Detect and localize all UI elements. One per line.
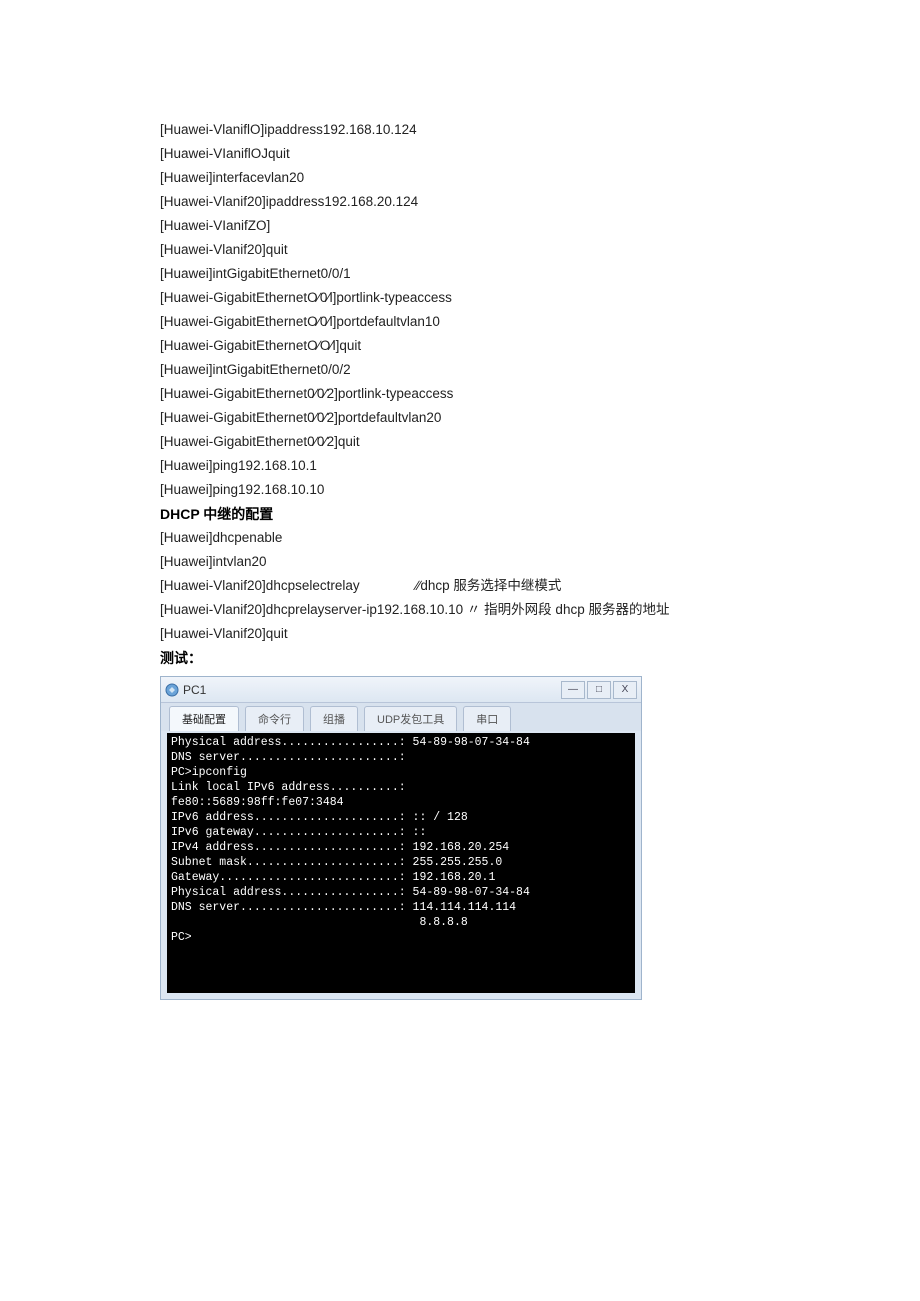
config-line: [Huawei-Vlanif20]ipaddress192.168.20.124 (160, 190, 800, 214)
config-line: [Huawei-GigabitEthernet0∕0∕2]portlink-ty… (160, 382, 800, 406)
terminal-output[interactable]: Physical address.................: 54-89… (167, 733, 635, 993)
config-line: [Huawei-VIaniflOJquit (160, 142, 800, 166)
terminal-line: PC> (171, 930, 631, 945)
minimize-button[interactable]: — (561, 681, 585, 699)
config-line: [Huawei-GigabitEthernet0∕0∕2]portdefault… (160, 406, 800, 430)
config-line: [Huawei-GigabitEthernetO∕0∕l]portdefault… (160, 310, 800, 334)
tab-multicast[interactable]: 组播 (310, 706, 358, 731)
ensp-app-icon (165, 683, 179, 697)
tab-cli[interactable]: 命令行 (245, 706, 304, 731)
pc1-window: PC1 — □ X 基础配置 命令行 组播 UDP发包工具 串口 Physica… (160, 676, 642, 1000)
tab-bar: 基础配置 命令行 组播 UDP发包工具 串口 (161, 703, 641, 731)
window-title: PC1 (183, 683, 559, 697)
config-line: [Huawei]intGigabitEthernet0/0/1 (160, 262, 800, 286)
tab-udp-tool[interactable]: UDP发包工具 (364, 706, 457, 731)
config-line: [Huawei-GigabitEthernetO∕0∕l]portlink-ty… (160, 286, 800, 310)
terminal-line: IPv6 gateway.....................: :: (171, 825, 631, 840)
terminal-line: Link local IPv6 address..........: (171, 780, 631, 795)
config-line: [Huawei]dhcpenable (160, 526, 800, 550)
terminal-line: DNS server.......................: 114.1… (171, 900, 631, 915)
config-line: [Huawei-VlaniflO]ipaddress192.168.10.124 (160, 118, 800, 142)
config-line: [Huawei-Vlanif20]dhcpselectrelay ∕∕dhcp … (160, 574, 800, 598)
config-line: [Huawei-Vlanif20]quit (160, 238, 800, 262)
terminal-line: PC>ipconfig (171, 765, 631, 780)
terminal-line: fe80::5689:98ff:fe07:3484 (171, 795, 631, 810)
section-heading-dhcp-relay: DHCP 中继的配置 (160, 502, 800, 526)
terminal-line: Subnet mask......................: 255.2… (171, 855, 631, 870)
config-line: [Huawei]intGigabitEthernet0/0/2 (160, 358, 800, 382)
terminal-line: 8.8.8.8 (171, 915, 631, 930)
titlebar[interactable]: PC1 — □ X (161, 677, 641, 703)
tab-basic-config[interactable]: 基础配置 (169, 706, 239, 731)
maximize-button[interactable]: □ (587, 681, 611, 699)
config-line: [Huawei-Vlanif20]quit (160, 622, 800, 646)
terminal-line: DNS server.......................: (171, 750, 631, 765)
config-line: [Huawei]ping192.168.10.1 (160, 454, 800, 478)
config-line: [Huawei-GigabitEthernet0∕0∕2]quit (160, 430, 800, 454)
terminal-container: Physical address.................: 54-89… (161, 733, 641, 993)
config-line: [Huawei]intvlan20 (160, 550, 800, 574)
terminal-line: IPv6 address.....................: :: / … (171, 810, 631, 825)
config-line: [Huawei]interfacevlan20 (160, 166, 800, 190)
config-line: [Huawei-GigabitEthernetO∕O∕l]quit (160, 334, 800, 358)
tab-serial[interactable]: 串口 (463, 706, 511, 731)
window-buttons: — □ X (559, 681, 637, 699)
config-line: [Huawei]ping192.168.10.10 (160, 478, 800, 502)
config-line: [Huawei-Vlanif20]dhcprelayserver-ip192.1… (160, 598, 800, 622)
terminal-line: IPv4 address.....................: 192.1… (171, 840, 631, 855)
config-line: [Huawei-VIanifZO] (160, 214, 800, 238)
test-heading: 测试： (160, 646, 800, 670)
document-body: [Huawei-VlaniflO]ipaddress192.168.10.124… (160, 118, 800, 1000)
terminal-line: Gateway..........................: 192.1… (171, 870, 631, 885)
terminal-line: Physical address.................: 54-89… (171, 735, 631, 750)
close-button[interactable]: X (613, 681, 637, 699)
terminal-line: Physical address.................: 54-89… (171, 885, 631, 900)
